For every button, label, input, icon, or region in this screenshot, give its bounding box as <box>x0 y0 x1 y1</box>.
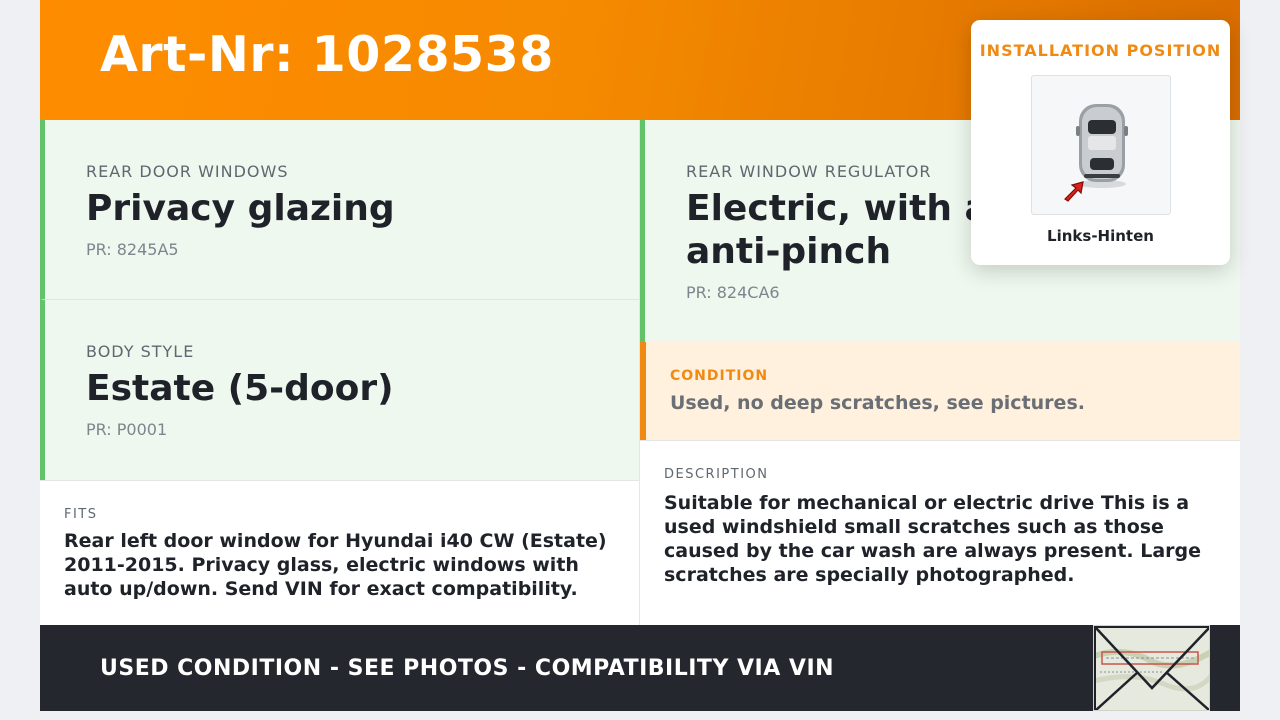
spec-value: Privacy glazing <box>86 188 395 229</box>
position-arrow-icon <box>1064 181 1084 202</box>
spec-rear-door-windows: REAR DOOR WINDOWS Privacy glazing PR: 82… <box>40 120 639 300</box>
condition-box: CONDITION Used, no deep scratches, see p… <box>640 342 1240 440</box>
spec-label: REAR WINDOW REGULATOR <box>686 162 932 181</box>
description-section: DESCRIPTION Suitable for mechanical or e… <box>640 440 1240 625</box>
footer-text: USED CONDITION - SEE PHOTOS - COMPATIBIL… <box>100 656 835 681</box>
installation-position-title: INSTALLATION POSITION <box>979 41 1222 60</box>
description-text: Suitable for mechanical or electric driv… <box>664 492 1202 586</box>
installation-position-card: INSTALLATION POSITION Links-Hinten <box>971 20 1230 265</box>
description-label: DESCRIPTION <box>664 467 769 482</box>
fits-label: FITS <box>64 507 98 522</box>
document-thumbnail[interactable] <box>1093 625 1210 711</box>
installation-position-label: Links-Hinten <box>1047 227 1154 245</box>
spec-value: Estate (5-door) <box>86 368 394 409</box>
spec-body-style: BODY STYLE Estate (5-door) PR: P0001 <box>40 300 639 480</box>
document-envelope-icon <box>1094 626 1209 710</box>
car-position-image[interactable] <box>1031 75 1171 215</box>
spec-pr-code: PR: 8245A5 <box>86 240 179 259</box>
fits-section: FITS Rear left door window for Hyundai i… <box>40 480 639 625</box>
spec-label: REAR DOOR WINDOWS <box>86 162 289 181</box>
article-number-title: Art-Nr: 1028538 <box>100 26 554 83</box>
spec-pr-code: PR: P0001 <box>86 420 168 439</box>
fits-text: Rear left door window for Hyundai i40 CW… <box>64 530 607 600</box>
car-top-view-icon <box>1076 104 1128 188</box>
spec-pr-code: PR: 824CA6 <box>686 283 780 302</box>
footer-banner: USED CONDITION - SEE PHOTOS - COMPATIBIL… <box>40 625 1240 711</box>
condition-text: Used, no deep scratches, see pictures. <box>670 392 1085 414</box>
condition-label: CONDITION <box>670 368 769 384</box>
spec-label: BODY STYLE <box>86 342 195 361</box>
